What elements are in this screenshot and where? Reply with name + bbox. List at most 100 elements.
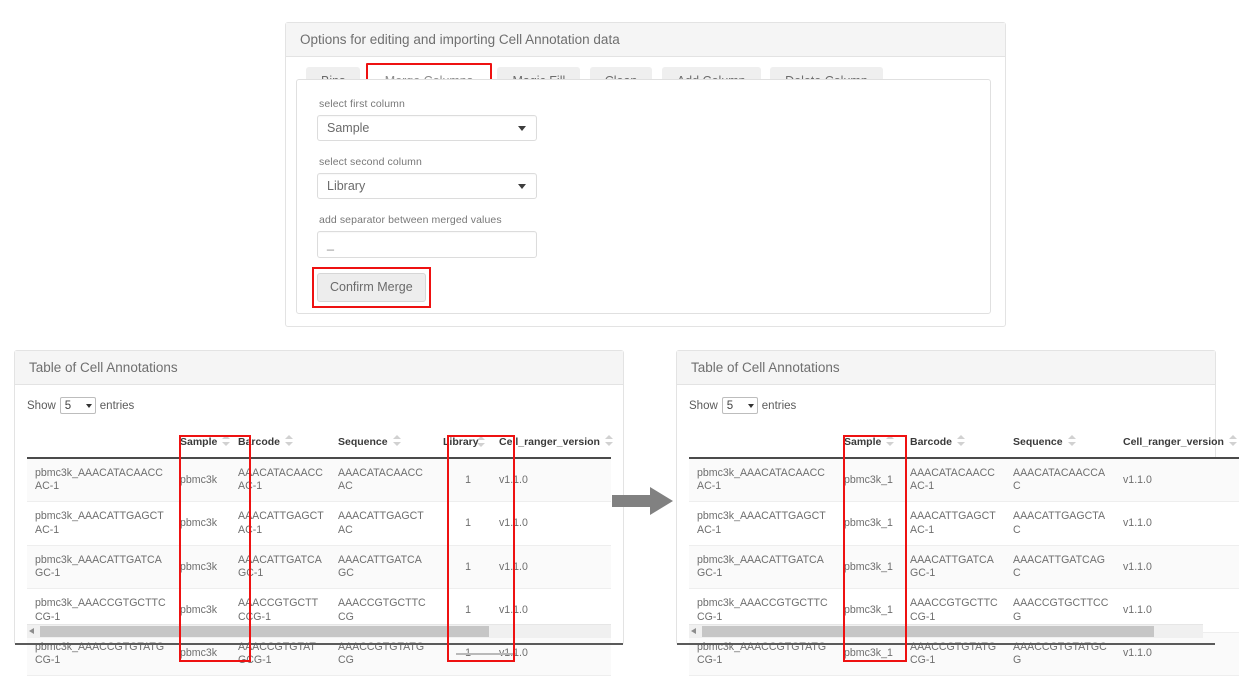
entries-per-page-select-left[interactable]: 5 (60, 397, 96, 414)
sort-icon[interactable] (886, 435, 894, 446)
table-cell: pbmc3k (172, 545, 230, 588)
table-right-body: Show 5 entries Sample Barcode (677, 385, 1215, 641)
confirm-merge-button[interactable]: Confirm Merge (317, 273, 426, 302)
table-left-body: Show 5 entries Sample Barcode (15, 385, 623, 641)
sort-icon[interactable] (1068, 435, 1076, 446)
col-barcode-left[interactable]: Barcode (230, 428, 330, 458)
scroll-left-arrow-icon[interactable] (29, 628, 34, 634)
table-cell: AAACATTGATCAGC-1 (230, 545, 330, 588)
table-right-title: Table of Cell Annotations (677, 351, 1215, 385)
col-cell-ranger-version-left[interactable]: Cell_ranger_version (491, 428, 611, 458)
chevron-down-icon (86, 404, 92, 408)
table-cell: 1 (435, 458, 491, 502)
table-cell: v1.1.0 (1115, 502, 1239, 545)
table-cell: pbmc3k_AAACATACAACCAC-1 (689, 458, 836, 502)
table-cell: v1.1.0 (1115, 545, 1239, 588)
table-header-row-right: Sample Barcode Sequence Cell_ranger_vers… (689, 428, 1239, 458)
table-row: pbmc3k_AAACCGTGTATGCG-1pbmc3kAAACCGTGTAT… (27, 632, 611, 675)
table-cell: v1.1.0 (491, 545, 611, 588)
table-cell: AAACATTGATCAGC-1 (902, 545, 1005, 588)
entries-per-page-select-right[interactable]: 5 (722, 397, 758, 414)
table-cell: pbmc3k_1 (836, 632, 902, 675)
col-barcode-right[interactable]: Barcode (902, 428, 1005, 458)
sort-icon[interactable] (1229, 435, 1237, 446)
first-column-select[interactable]: Sample (317, 115, 537, 141)
table-cell: AAACCGTGTATGCG-1 (902, 632, 1005, 675)
table-cell: v1.1.0 (491, 502, 611, 545)
table-cell: AAACATACAACCAC-1 (230, 458, 330, 502)
table-cell: pbmc3k (172, 458, 230, 502)
table-cell: pbmc3k_AAACATTGAGCTAC-1 (27, 502, 172, 545)
table-header-row-left: Sample Barcode Sequence Library Cell_ran… (27, 428, 611, 458)
separator-input-value: _ (327, 237, 334, 251)
table-cell: v1.1.0 (1115, 458, 1239, 502)
col-sample-right[interactable]: Sample (836, 428, 902, 458)
table-cell: pbmc3k_1 (836, 545, 902, 588)
show-entries-prefix-left: Show (27, 400, 56, 412)
table-cell: AAACCGTGTATGCG (1005, 632, 1115, 675)
sort-icon[interactable] (957, 435, 965, 446)
table-row: pbmc3k_AAACATACAACCAC-1pbmc3kAAACATACAAC… (27, 458, 611, 502)
col-cell-ranger-version-right[interactable]: Cell_ranger_version (1115, 428, 1239, 458)
table-cell: AAACATTGAGCTAC-1 (230, 502, 330, 545)
scrollbar-thumb-left[interactable] (40, 626, 489, 637)
chevron-down-icon (518, 184, 526, 189)
second-column-label: select second column (319, 156, 970, 168)
merge-columns-form: select first column Sample select second… (296, 79, 991, 314)
sort-icon[interactable] (393, 435, 401, 446)
table-cell: AAACATTGAGCTAC (330, 502, 435, 545)
col-sample-left[interactable]: Sample (172, 428, 230, 458)
table-cell: pbmc3k_AAACCGTGTATGCG-1 (689, 632, 836, 675)
separator-label: add separator between merged values (319, 214, 970, 226)
entries-per-page-value-right: 5 (727, 400, 733, 412)
second-column-select[interactable]: Library (317, 173, 537, 199)
table-cell: pbmc3k_AAACATTGATCAGC-1 (27, 545, 172, 588)
table-cell: pbmc3k_1 (836, 458, 902, 502)
annotations-table-right: Sample Barcode Sequence Cell_ranger_vers… (689, 428, 1239, 676)
cell-annotations-table-after: Table of Cell Annotations Show 5 entries (676, 350, 1216, 645)
confirm-merge-wrapper: Confirm Merge (317, 273, 426, 302)
table-cell: pbmc3k (172, 502, 230, 545)
table-left-title: Table of Cell Annotations (15, 351, 623, 385)
sort-icon[interactable] (285, 435, 293, 446)
table-cell: 1 (435, 502, 491, 545)
horizontal-scrollbar-left[interactable] (27, 624, 611, 638)
table-row: pbmc3k_AAACATTGATCAGC-1pbmc3kAAACATTGATC… (27, 545, 611, 588)
cell-annotations-table-before: Table of Cell Annotations Show 5 entries (14, 350, 624, 645)
screenshot-root: Options for editing and importing Cell A… (0, 0, 1239, 674)
table-cell: 1 (435, 545, 491, 588)
col-sequence-left[interactable]: Sequence (330, 428, 435, 458)
entries-per-page-value-left: 5 (65, 400, 71, 412)
first-column-select-value: Sample (327, 121, 369, 135)
separator-input[interactable]: _ (317, 231, 537, 258)
table-row: pbmc3k_AAACCGTGTATGCG-1pbmc3k_1AAACCGTGT… (689, 632, 1239, 675)
table-cell: AAACCGTGTATGCG-1 (230, 632, 330, 675)
flow-arrow-icon (612, 486, 674, 516)
table-cell: pbmc3k_1 (836, 502, 902, 545)
table-row: pbmc3k_AAACATTGAGCTAC-1pbmc3kAAACATTGAGC… (27, 502, 611, 545)
sort-icon[interactable] (605, 435, 613, 446)
table-cell: pbmc3k_AAACCGTGTATGCG-1 (27, 632, 172, 675)
horizontal-scrollbar-right[interactable] (689, 624, 1203, 638)
table-cell: AAACATACAACCAC (330, 458, 435, 502)
show-entries-control-left: Show 5 entries (27, 397, 611, 414)
show-entries-control-right: Show 5 entries (689, 397, 1203, 414)
show-entries-suffix-right: entries (762, 400, 797, 412)
table-row: pbmc3k_AAACATACAACCAC-1pbmc3k_1 AAACATACA… (689, 458, 1239, 502)
col-rowname-right[interactable] (689, 428, 836, 458)
second-column-select-value: Library (327, 179, 365, 193)
table-right-baseline (677, 643, 1215, 645)
first-column-label: select first column (319, 98, 970, 110)
col-library-left[interactable]: Library (435, 428, 491, 458)
scroll-left-arrow-icon[interactable] (691, 628, 696, 634)
scrollbar-thumb-right[interactable] (702, 626, 1154, 637)
col-sequence-right[interactable]: Sequence (1005, 428, 1115, 458)
table-left-baseline (15, 643, 623, 645)
sort-icon[interactable] (477, 436, 485, 447)
table-cell: AAACATTGATCAGC (330, 545, 435, 588)
table-cell: AAACATACAACCAC (1005, 458, 1115, 502)
show-entries-suffix-left: entries (100, 400, 135, 412)
col-rowname-left[interactable] (27, 428, 172, 458)
table-cell: pbmc3k_AAACATTGATCAGC-1 (689, 545, 836, 588)
table-cell: pbmc3k_AAACATACAACCAC-1 (27, 458, 172, 502)
